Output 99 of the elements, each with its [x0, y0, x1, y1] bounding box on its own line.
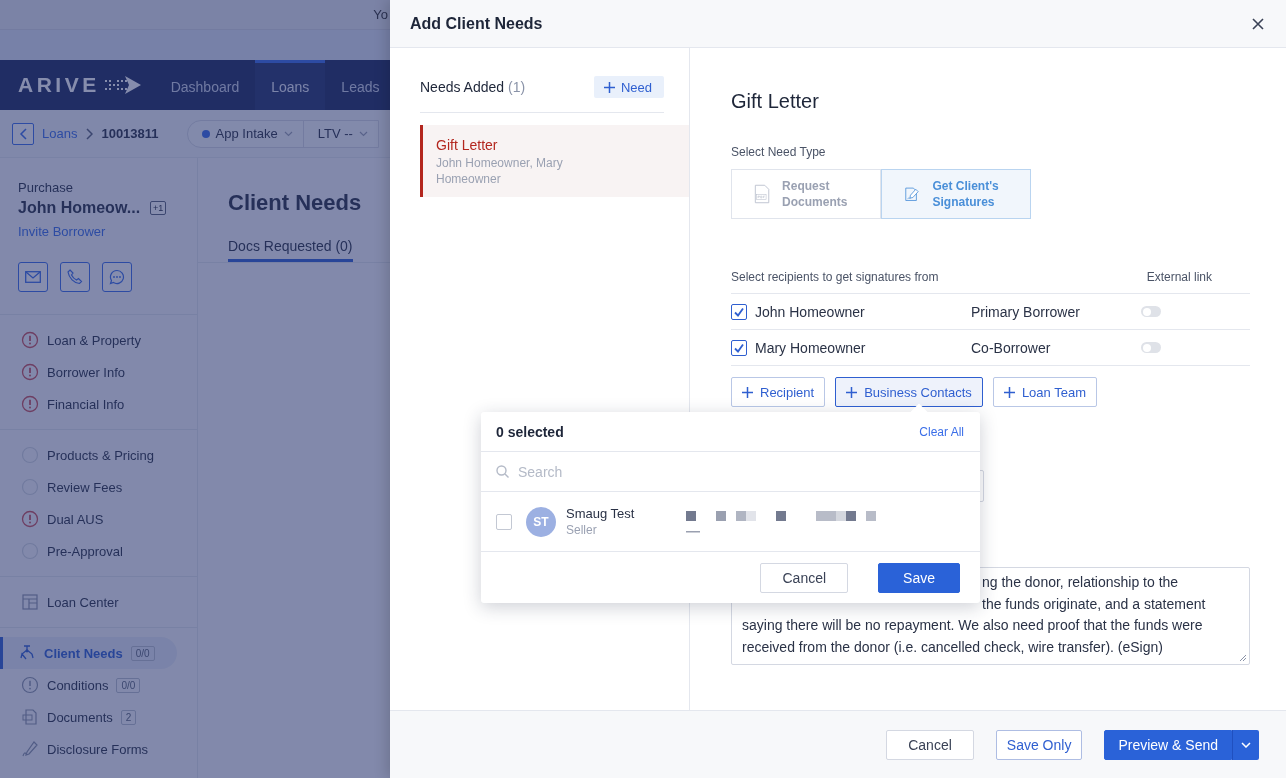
- sidebar-item[interactable]: Borrower Info: [0, 356, 177, 388]
- sidebar-item[interactable]: Loan Center: [0, 586, 177, 618]
- count-badge: 2: [120, 709, 137, 725]
- add-recipient-button[interactable]: Loan Team: [992, 377, 1097, 407]
- nav-tab[interactable]: Loans: [255, 60, 326, 110]
- sidebar-item[interactable]: Disclosure Forms: [0, 733, 177, 765]
- checkbox[interactable]: [731, 303, 747, 320]
- need-type-option[interactable]: Get Client's Signatures: [881, 169, 1031, 219]
- sidebar-item[interactable]: Dual AUS: [0, 503, 177, 535]
- plus-icon: [742, 386, 753, 398]
- sidebar-item[interactable]: Products & Pricing: [0, 439, 177, 471]
- add-recipient-button[interactable]: Recipient: [731, 377, 826, 407]
- loan-type: Purchase: [17, 180, 74, 196]
- avatar: ST: [526, 506, 556, 537]
- need-recipients: John Homeowner, Mary Homeowner: [436, 155, 564, 187]
- plus-icon: [846, 386, 858, 398]
- needs-heading: Needs Added (1): [420, 79, 526, 95]
- people-network-icon: [18, 644, 36, 662]
- loan-number: 10013811: [101, 126, 159, 141]
- column-header: External link: [1146, 269, 1212, 285]
- toggle-switch[interactable]: [1141, 342, 1161, 353]
- arrow-logo-icon: [102, 74, 143, 96]
- borrower-name: John Homeow...: [18, 198, 141, 218]
- close-icon: [1252, 17, 1264, 30]
- top-bar-text: Yo: [373, 7, 388, 22]
- warning-icon: [21, 510, 39, 528]
- description-text: the funds originate, and a statement: [982, 595, 1206, 612]
- logo-text: ARIVE: [18, 73, 100, 97]
- add-recipient-button[interactable]: Business Contacts: [835, 377, 983, 407]
- breadcrumb-link[interactable]: Loans: [42, 126, 78, 141]
- description-text: ng the donor, relationship to the: [982, 574, 1179, 590]
- contact-role: Seller: [566, 522, 598, 538]
- checkbox[interactable]: [496, 513, 512, 530]
- nav-tab[interactable]: Leads: [325, 60, 390, 110]
- invite-borrower-link[interactable]: Invite Borrower: [0, 222, 112, 242]
- field-label: Select Need Type: [731, 144, 827, 160]
- dropdown-button[interactable]: [1232, 729, 1259, 760]
- description-text: received from the donor (i.e. cancelled check, wire transfer). (eSign): [742, 638, 1163, 655]
- drawer-title: Add Client Needs: [410, 14, 543, 33]
- save-button[interactable]: Save: [878, 562, 960, 593]
- description-text: saying there will be no repayment. We also need proof that the funds were: [742, 617, 1203, 634]
- nav-tab[interactable]: Dashboard: [154, 60, 256, 110]
- back-button[interactable]: [12, 122, 34, 145]
- recipient-name: John Homeowner: [755, 303, 866, 320]
- chevron-right-icon: [85, 127, 94, 140]
- layout-icon: [21, 593, 39, 611]
- status-dot: [201, 129, 210, 138]
- toggle-switch[interactable]: [1141, 306, 1161, 317]
- stage-dropdown[interactable]: App Intake: [187, 120, 303, 147]
- clear-all-link[interactable]: Clear All: [919, 424, 964, 439]
- search-icon: [496, 465, 509, 478]
- phone-icon: [67, 269, 83, 285]
- need-item[interactable]: Gift Letter John Homeowner, Mary Homeowner: [420, 125, 689, 197]
- tab[interactable]: Docs Requested (0): [228, 236, 353, 262]
- warning-icon: [21, 363, 39, 381]
- alert-circle-icon: [21, 676, 39, 694]
- sidebar-item[interactable]: Loan & Property: [0, 324, 177, 356]
- sidebar-item[interactable]: Financial Info: [0, 388, 177, 420]
- add-need-button[interactable]: Need: [593, 76, 664, 98]
- sidebar-item[interactable]: Conditions 0/0: [0, 669, 177, 701]
- document-icon: [21, 708, 39, 726]
- need-heading: Gift Letter: [731, 89, 820, 114]
- chevron-down-icon: [1241, 741, 1251, 748]
- sidebar-item[interactable]: Review Fees: [0, 471, 177, 503]
- warning-icon: [21, 395, 39, 413]
- sidebar-item[interactable]: Client Needs 0/0: [0, 637, 177, 669]
- email-button[interactable]: [18, 262, 48, 292]
- chevron-down-icon: [283, 130, 293, 137]
- recipient-role: Primary Borrower: [971, 303, 1081, 320]
- recipient-name: Mary Homeowner: [755, 339, 867, 356]
- extra-borrowers-badge: +1: [150, 201, 167, 215]
- warning-icon: [21, 331, 39, 349]
- need-type-option[interactable]: Request Documents: [731, 169, 881, 219]
- cancel-button[interactable]: Cancel: [886, 729, 974, 760]
- checkbox[interactable]: [731, 339, 747, 356]
- selected-count: 0 selected: [496, 423, 564, 440]
- cancel-button[interactable]: Cancel: [760, 562, 849, 593]
- envelope-icon: [25, 271, 41, 283]
- count-badge: 0/0: [130, 645, 155, 661]
- need-title: Gift Letter: [436, 136, 499, 155]
- contact-name: Smaug Test: [566, 505, 636, 522]
- plus-icon: [603, 81, 615, 93]
- sidebar-item[interactable]: Documents 2: [0, 701, 177, 733]
- phone-button[interactable]: [60, 262, 90, 292]
- plus-icon: [1003, 386, 1015, 398]
- column-header: Select recipients to get signatures from: [731, 269, 939, 285]
- sidebar-item[interactable]: Pre-Approval: [0, 535, 177, 567]
- chat-button[interactable]: [102, 262, 132, 292]
- pen-icon: [21, 740, 39, 758]
- count-badge: 0/0: [116, 677, 141, 693]
- chevron-left-icon: [19, 127, 27, 140]
- chat-icon: [109, 269, 125, 285]
- chevron-down-icon: [358, 130, 368, 137]
- ltv-dropdown[interactable]: LTV --: [302, 120, 378, 147]
- preview-send-button[interactable]: Preview & Send: [1104, 729, 1232, 760]
- save-only-button[interactable]: Save Only: [995, 729, 1083, 760]
- resize-grip-icon: [1239, 654, 1247, 662]
- recipient-role: Co-Borrower: [971, 339, 1052, 356]
- page-title: Client Needs: [227, 189, 363, 217]
